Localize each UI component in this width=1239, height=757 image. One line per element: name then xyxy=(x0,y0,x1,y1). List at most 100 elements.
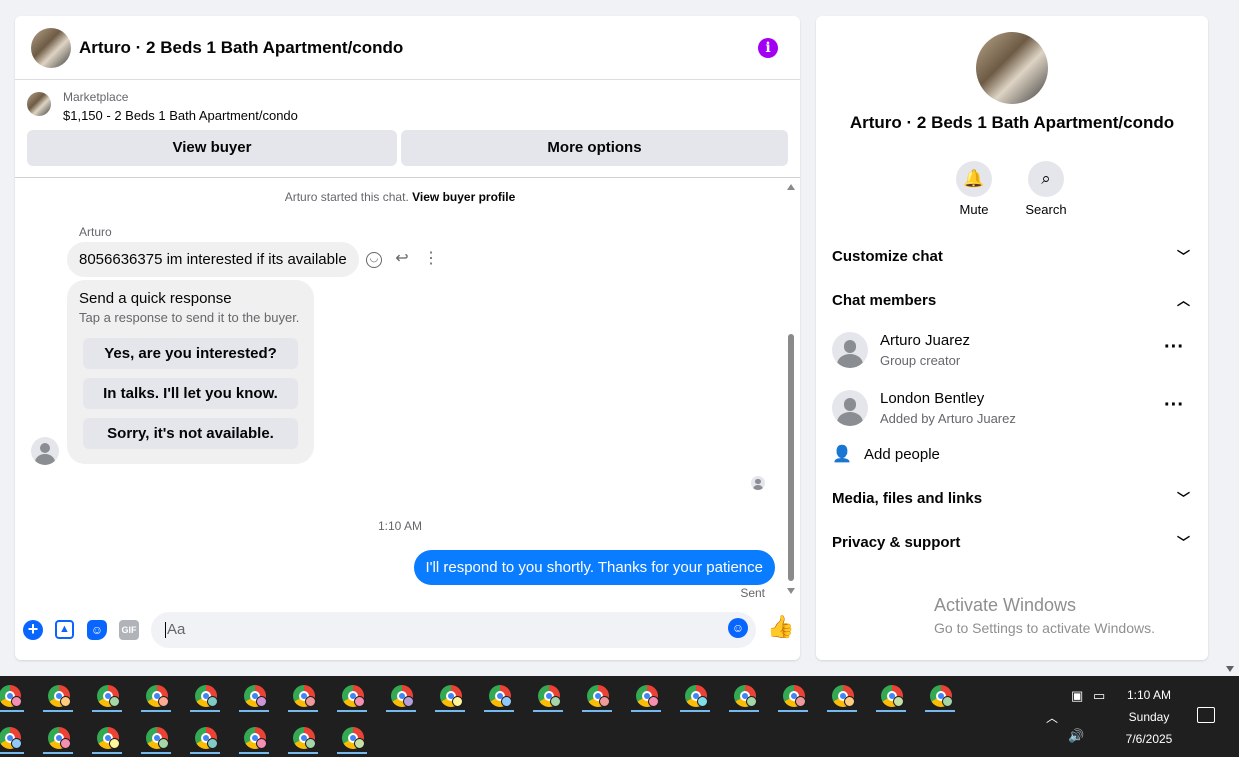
chrome-profile-icon[interactable] xyxy=(531,682,565,712)
reply-icon[interactable]: ↩ xyxy=(393,250,411,268)
scroll-down-arrow[interactable] xyxy=(1226,666,1234,672)
scroll-up-arrow[interactable] xyxy=(787,184,795,190)
chevron-up-icon[interactable]: ︿ xyxy=(1046,709,1058,725)
plus-icon[interactable]: + xyxy=(23,620,43,640)
search-icon[interactable]: ⌕ xyxy=(1028,161,1064,197)
outgoing-message[interactable]: I'll respond to you shortly. Thanks for … xyxy=(413,550,775,585)
chat-members-section[interactable]: Chat members ︿ xyxy=(832,289,1192,313)
listing-thumbnail[interactable] xyxy=(31,27,71,68)
chrome-profile-icon[interactable] xyxy=(237,682,271,712)
chrome-profile-icon[interactable] xyxy=(188,682,222,712)
chrome-profile-icon[interactable] xyxy=(727,682,761,712)
media-files-links-section[interactable]: Media, files and links ﹀ xyxy=(832,487,1192,511)
member-more-icon[interactable]: ··· xyxy=(1164,394,1184,417)
sender-avatar[interactable] xyxy=(31,437,59,465)
view-buyer-profile-link[interactable]: View buyer profile xyxy=(412,190,515,204)
chrome-profile-icon[interactable] xyxy=(678,682,712,712)
volume-icon[interactable]: 🔊 xyxy=(1068,728,1084,744)
chrome-profile-icon[interactable] xyxy=(286,724,320,754)
sent-status: Sent xyxy=(740,586,765,600)
sticker-icon[interactable]: ☺ xyxy=(87,620,107,640)
notification-icon[interactable] xyxy=(1197,707,1215,723)
member-name: London Bentley xyxy=(880,390,985,407)
running-indicator xyxy=(43,710,73,712)
listing-summary[interactable]: $1,150 - 2 Beds 1 Bath Apartment/condo xyxy=(63,108,298,123)
details-listing-photo[interactable] xyxy=(976,32,1048,104)
react-icon[interactable]: ◡ xyxy=(366,252,382,268)
member-row[interactable]: Arturo Juarez Group creator ··· xyxy=(832,332,1192,382)
chrome-profile-icon[interactable] xyxy=(580,682,614,712)
chrome-profile-icon[interactable] xyxy=(874,682,908,712)
gif-icon[interactable]: GIF xyxy=(119,620,139,640)
bell-icon[interactable]: 🔔 xyxy=(956,161,992,197)
running-indicator xyxy=(43,752,73,754)
clock-day[interactable]: Sunday xyxy=(1110,710,1188,724)
running-indicator xyxy=(0,752,24,754)
chrome-profile-icon[interactable] xyxy=(384,682,418,712)
quick-response-not-available[interactable]: Sorry, it's not available. xyxy=(83,418,298,449)
chevron-down-icon: ﹀ xyxy=(1176,535,1190,550)
chrome-profile-icon[interactable] xyxy=(482,682,516,712)
chrome-profile-icon[interactable] xyxy=(335,724,369,754)
chat-title[interactable]: Arturo · 2 Beds 1 Bath Apartment/condo xyxy=(79,38,403,58)
listing-photo[interactable] xyxy=(27,92,51,116)
chrome-profile-icon[interactable] xyxy=(90,724,124,754)
profile-badge-icon xyxy=(697,696,708,707)
quick-response-yes[interactable]: Yes, are you interested? xyxy=(83,338,298,369)
member-more-icon[interactable]: ··· xyxy=(1164,336,1184,359)
chat-scrollbar[interactable] xyxy=(786,181,796,601)
customize-chat-section[interactable]: Customize chat ﹀ xyxy=(832,245,1192,269)
chrome-profile-icon[interactable] xyxy=(776,682,810,712)
chrome-profile-icon[interactable] xyxy=(139,724,173,754)
chrome-profile-icon[interactable] xyxy=(335,682,369,712)
chrome-profile-icon[interactable] xyxy=(139,682,173,712)
view-buyer-button[interactable]: View buyer xyxy=(27,130,397,166)
chrome-profile-icon[interactable] xyxy=(90,682,124,712)
profile-badge-icon xyxy=(550,696,561,707)
meet-now-icon[interactable]: ▣ xyxy=(1071,688,1083,704)
profile-badge-icon xyxy=(648,696,659,707)
clock-date[interactable]: 7/6/2025 xyxy=(1110,732,1188,746)
profile-badge-icon xyxy=(354,696,365,707)
chrome-profile-icon[interactable] xyxy=(629,682,663,712)
activate-windows-watermark: Activate Windows Go to Settings to activ… xyxy=(934,595,1155,636)
chrome-profile-icon[interactable] xyxy=(0,724,26,754)
add-people-button[interactable]: 👤 Add people xyxy=(832,443,1032,467)
scroll-thumb[interactable] xyxy=(788,334,794,581)
running-indicator xyxy=(0,710,24,712)
emoji-icon[interactable]: ☺ xyxy=(728,618,748,638)
add-people-label: Add people xyxy=(864,446,940,463)
chrome-profile-icon[interactable] xyxy=(433,682,467,712)
profile-badge-icon xyxy=(60,738,71,749)
chrome-profile-icon[interactable] xyxy=(188,724,222,754)
quick-response-in-talks[interactable]: In talks. I'll let you know. xyxy=(83,378,298,409)
scroll-down-arrow[interactable] xyxy=(787,588,795,594)
details-title: Arturo · 2 Beds 1 Bath Apartment/condo xyxy=(849,113,1175,132)
incoming-message[interactable]: 8056636375 im interested if its availabl… xyxy=(67,242,359,277)
running-indicator xyxy=(533,710,563,712)
chrome-profile-icon[interactable] xyxy=(41,724,75,754)
chrome-profile-icon[interactable] xyxy=(286,682,320,712)
chrome-profile-icon[interactable] xyxy=(923,682,957,712)
message-more-icon[interactable]: ⋮ xyxy=(422,250,440,268)
thumbs-up-icon[interactable]: 👍 xyxy=(767,616,794,638)
mute-button[interactable]: 🔔 Mute xyxy=(944,161,1004,217)
chrome-profile-icon[interactable] xyxy=(41,682,75,712)
member-row[interactable]: London Bentley Added by Arturo Juarez ··… xyxy=(832,390,1192,440)
chat-header: Arturo · 2 Beds 1 Bath Apartment/condo i xyxy=(15,16,800,80)
profile-badge-icon xyxy=(158,738,169,749)
more-options-button[interactable]: More options xyxy=(401,130,788,166)
member-avatar[interactable] xyxy=(832,332,868,368)
clock-time[interactable]: 1:10 AM xyxy=(1110,688,1188,702)
info-icon[interactable]: i xyxy=(758,38,778,58)
chrome-profile-icon[interactable] xyxy=(0,682,26,712)
search-button[interactable]: ⌕ Search xyxy=(1016,161,1076,217)
network-icon[interactable]: ▭ xyxy=(1093,688,1105,704)
member-avatar[interactable] xyxy=(832,390,868,426)
image-icon[interactable]: ▲ xyxy=(55,620,74,639)
chrome-profile-icon[interactable] xyxy=(825,682,859,712)
page-scrollbar[interactable] xyxy=(1222,0,1239,676)
privacy-support-section[interactable]: Privacy & support ﹀ xyxy=(832,531,1192,555)
message-input[interactable]: Aa xyxy=(151,612,756,648)
chrome-profile-icon[interactable] xyxy=(237,724,271,754)
